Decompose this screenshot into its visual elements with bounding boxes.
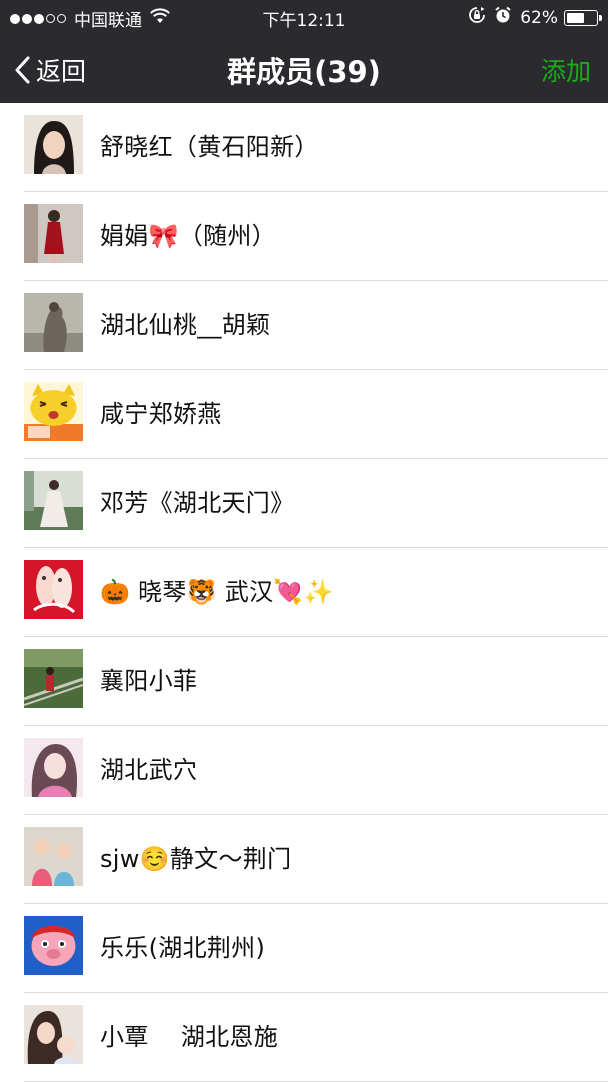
member-list-item[interactable]: 小覃 湖北恩施 [0, 993, 608, 1082]
member-avatar [24, 293, 83, 352]
navigation-bar: 返回 群成员(39) 添加 [0, 34, 608, 103]
member-avatar [24, 916, 83, 975]
member-avatar [24, 1005, 83, 1064]
add-member-button[interactable]: 添加 [541, 52, 591, 88]
member-list-item[interactable]: 襄阳小菲 [0, 637, 608, 726]
member-name: sjw☺️静文～荆门 [100, 845, 292, 873]
member-avatar [24, 204, 83, 263]
alarm-icon [494, 6, 512, 29]
member-name: 舒晓红（黄石阳新） [100, 133, 319, 161]
member-list-item[interactable]: 湖北武穴 [0, 726, 608, 815]
member-list-item[interactable]: 娟娟🎀（随州） [0, 192, 608, 281]
header: 中国联通 下午12:11 62% 返回 群成员(39) 添加 [0, 0, 608, 103]
member-list: 舒晓红（黄石阳新） 娟娟🎀（随州） 湖北仙桃__胡颖 咸宁郑娇燕 邓芳《湖北天门… [0, 103, 608, 1082]
battery-level-fill [567, 12, 584, 23]
member-avatar [24, 560, 83, 619]
member-name: 邓芳《湖北天门》 [100, 489, 295, 517]
member-name: 湖北武穴 [100, 756, 198, 784]
member-list-item[interactable]: 乐乐(湖北荆州) [0, 904, 608, 993]
member-list-item[interactable]: sjw☺️静文～荆门 [0, 815, 608, 904]
member-name: 襄阳小菲 [100, 667, 198, 695]
member-list-item[interactable]: 邓芳《湖北天门》 [0, 459, 608, 548]
member-avatar [24, 738, 83, 797]
member-name: 乐乐(湖北荆州) [100, 934, 266, 962]
member-avatar [24, 649, 83, 708]
status-bar-right: 62% [468, 6, 602, 29]
status-bar: 中国联通 下午12:11 62% [0, 0, 608, 34]
member-list-item[interactable]: 咸宁郑娇燕 [0, 370, 608, 459]
member-name: 🎃 晓琴🐯 武汉💘✨ [100, 578, 334, 606]
rotation-lock-icon [468, 6, 486, 29]
member-list-item[interactable]: 湖北仙桃__胡颖 [0, 281, 608, 370]
member-name: 小覃 湖北恩施 [100, 1023, 279, 1051]
member-name: 咸宁郑娇燕 [100, 400, 222, 428]
battery-percent: 62% [520, 7, 558, 28]
member-name: 湖北仙桃__胡颖 [100, 311, 271, 339]
member-avatar [24, 471, 83, 530]
battery-icon [564, 9, 602, 26]
member-avatar [24, 827, 83, 886]
member-avatar [24, 115, 83, 174]
member-list-item[interactable]: 舒晓红（黄石阳新） [0, 103, 608, 192]
member-avatar [24, 382, 83, 441]
page-title: 群成员(39) [227, 55, 381, 89]
member-name: 娟娟🎀（随州） [100, 222, 276, 250]
member-list-item[interactable]: 🎃 晓琴🐯 武汉💘✨ [0, 548, 608, 637]
